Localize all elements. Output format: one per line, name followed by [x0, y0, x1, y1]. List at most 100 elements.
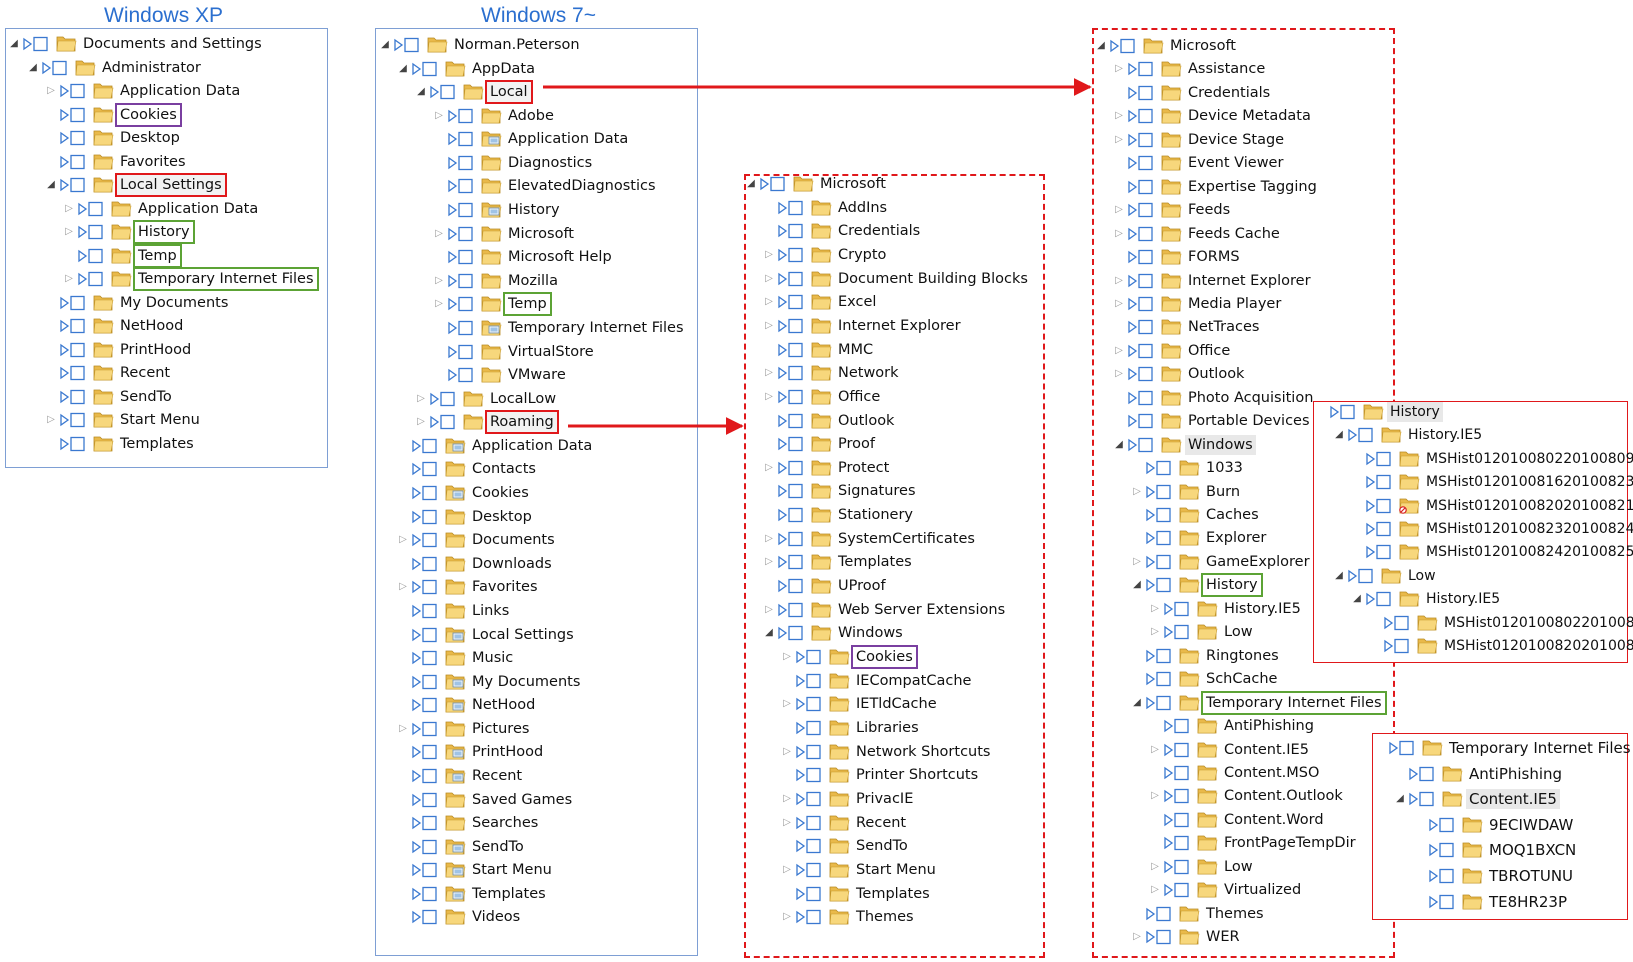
checkbox-icon[interactable] [412, 744, 443, 760]
checkbox-icon[interactable] [796, 791, 827, 807]
collapsed-arrow-icon[interactable]: ▷ [1114, 293, 1124, 315]
checkbox-icon[interactable] [778, 436, 809, 452]
checkbox-icon[interactable] [60, 412, 91, 428]
collapsed-arrow-icon[interactable]: ▷ [1150, 739, 1160, 761]
checkbox-icon[interactable] [448, 296, 479, 312]
collapsed-arrow-icon[interactable]: ▷ [1150, 879, 1160, 901]
collapsed-arrow-icon[interactable]: ▷ [764, 315, 774, 337]
checkbox-icon[interactable] [1128, 202, 1159, 218]
checkbox-icon[interactable] [60, 154, 91, 170]
checkbox-icon[interactable] [796, 744, 827, 760]
checkbox-icon[interactable] [1146, 671, 1177, 687]
checkbox-icon[interactable] [1164, 859, 1195, 875]
checkbox-icon[interactable] [1110, 38, 1141, 54]
checkbox-icon[interactable] [42, 60, 73, 76]
checkbox-icon[interactable] [1146, 577, 1177, 593]
collapsed-arrow-icon[interactable]: ▷ [398, 529, 408, 551]
checkbox-icon[interactable] [778, 389, 809, 405]
checkbox-icon[interactable] [60, 130, 91, 146]
checkbox-icon[interactable] [448, 249, 479, 265]
checkbox-icon[interactable] [412, 768, 443, 784]
checkbox-icon[interactable] [60, 342, 91, 358]
expanded-arrow-icon[interactable]: ◢ [1096, 35, 1106, 57]
checkbox-icon[interactable] [778, 483, 809, 499]
checkbox-icon[interactable] [1146, 906, 1177, 922]
checkbox-icon[interactable] [778, 602, 809, 618]
checkbox-icon[interactable] [412, 509, 443, 525]
checkbox-icon[interactable] [1146, 507, 1177, 523]
collapsed-arrow-icon[interactable]: ▷ [1132, 551, 1142, 573]
expanded-arrow-icon[interactable]: ◢ [1114, 434, 1124, 456]
collapsed-arrow-icon[interactable]: ▷ [782, 693, 792, 715]
collapsed-arrow-icon[interactable]: ▷ [434, 293, 444, 315]
checkbox-icon[interactable] [1128, 343, 1159, 359]
checkbox-icon[interactable] [412, 815, 443, 831]
collapsed-arrow-icon[interactable]: ▷ [764, 362, 774, 384]
checkbox-icon[interactable] [796, 649, 827, 665]
checkbox-icon[interactable] [1146, 484, 1177, 500]
checkbox-icon[interactable] [796, 815, 827, 831]
expanded-arrow-icon[interactable]: ◢ [1395, 788, 1405, 810]
collapsed-arrow-icon[interactable]: ▷ [764, 457, 774, 479]
checkbox-icon[interactable] [1164, 812, 1195, 828]
collapsed-arrow-icon[interactable]: ▷ [764, 386, 774, 408]
collapsed-arrow-icon[interactable]: ▷ [398, 718, 408, 740]
checkbox-icon[interactable] [1366, 498, 1397, 514]
checkbox-icon[interactable] [1128, 273, 1159, 289]
checkbox-icon[interactable] [1146, 929, 1177, 945]
checkbox-icon[interactable] [412, 485, 443, 501]
checkbox-icon[interactable] [60, 389, 91, 405]
checkbox-icon[interactable] [412, 721, 443, 737]
checkbox-icon[interactable] [796, 696, 827, 712]
collapsed-arrow-icon[interactable]: ▷ [1150, 598, 1160, 620]
collapsed-arrow-icon[interactable]: ▷ [1114, 223, 1124, 245]
collapsed-arrow-icon[interactable]: ▷ [46, 80, 56, 102]
collapsed-arrow-icon[interactable]: ▷ [46, 409, 56, 431]
checkbox-icon[interactable] [1164, 788, 1195, 804]
collapsed-arrow-icon[interactable]: ▷ [764, 291, 774, 313]
expanded-arrow-icon[interactable]: ◢ [1132, 692, 1142, 714]
checkbox-icon[interactable] [60, 83, 91, 99]
checkbox-icon[interactable] [796, 886, 827, 902]
checkbox-icon[interactable] [1409, 791, 1440, 807]
checkbox-icon[interactable] [1389, 740, 1420, 756]
expanded-arrow-icon[interactable]: ◢ [398, 58, 408, 80]
collapsed-arrow-icon[interactable]: ▷ [782, 812, 792, 834]
expanded-arrow-icon[interactable]: ◢ [1352, 588, 1362, 610]
collapsed-arrow-icon[interactable]: ▷ [1114, 58, 1124, 80]
checkbox-icon[interactable] [1164, 624, 1195, 640]
checkbox-icon[interactable] [412, 839, 443, 855]
checkbox-icon[interactable] [448, 226, 479, 242]
collapsed-arrow-icon[interactable]: ▷ [782, 741, 792, 763]
collapsed-arrow-icon[interactable]: ▷ [764, 244, 774, 266]
checkbox-icon[interactable] [1128, 85, 1159, 101]
checkbox-icon[interactable] [796, 720, 827, 736]
checkbox-icon[interactable] [1366, 544, 1397, 560]
checkbox-icon[interactable] [1348, 568, 1379, 584]
checkbox-icon[interactable] [412, 792, 443, 808]
checkbox-icon[interactable] [412, 438, 443, 454]
checkbox-icon[interactable] [1348, 427, 1379, 443]
collapsed-arrow-icon[interactable]: ▷ [782, 859, 792, 881]
checkbox-icon[interactable] [448, 155, 479, 171]
checkbox-icon[interactable] [778, 318, 809, 334]
checkbox-icon[interactable] [796, 767, 827, 783]
expanded-arrow-icon[interactable]: ◢ [1334, 424, 1344, 446]
checkbox-icon[interactable] [778, 223, 809, 239]
checkbox-icon[interactable] [1429, 894, 1460, 910]
checkbox-icon[interactable] [778, 507, 809, 523]
checkbox-icon[interactable] [1128, 413, 1159, 429]
checkbox-icon[interactable] [60, 295, 91, 311]
collapsed-arrow-icon[interactable]: ▷ [1114, 270, 1124, 292]
checkbox-icon[interactable] [430, 414, 461, 430]
checkbox-icon[interactable] [796, 862, 827, 878]
expanded-arrow-icon[interactable]: ◢ [9, 33, 19, 55]
checkbox-icon[interactable] [412, 603, 443, 619]
checkbox-icon[interactable] [448, 344, 479, 360]
checkbox-icon[interactable] [1429, 817, 1460, 833]
checkbox-icon[interactable] [796, 673, 827, 689]
collapsed-arrow-icon[interactable]: ▷ [1114, 199, 1124, 221]
checkbox-icon[interactable] [1128, 437, 1159, 453]
checkbox-icon[interactable] [23, 36, 54, 52]
collapsed-arrow-icon[interactable]: ▷ [416, 411, 426, 433]
